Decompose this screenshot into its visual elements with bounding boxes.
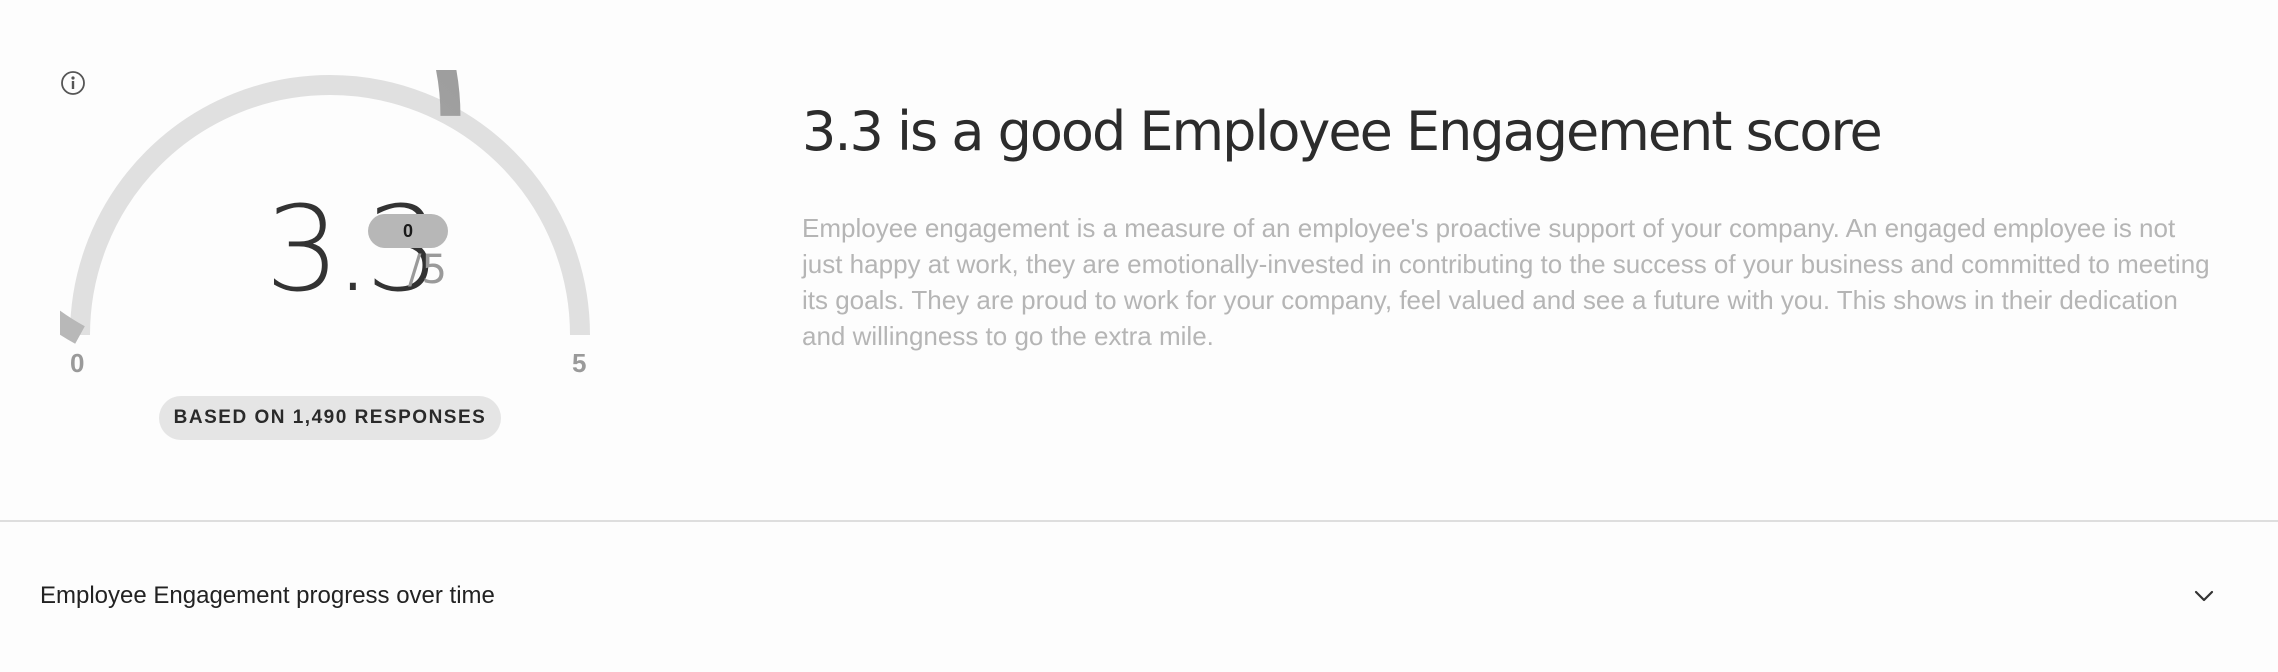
score-change-badge: 0 [368,214,448,248]
score-description: Employee engagement is a measure of an e… [802,213,2210,351]
accordion-title: Employee Engagement progress over time [40,582,495,609]
responses-count-badge: BASED ON 1,490 RESPONSES [159,396,501,440]
score-panel: 3.3 0 /5 0 5 BASED ON 1,490 RESPONSES 3.… [0,0,2278,520]
page-title: 3.3 is a good Employee Engagement score [802,100,1883,163]
info-icon[interactable] [60,70,86,96]
score-max-label: /5 [408,247,447,293]
gauge-min-label: 0 [70,348,85,378]
gauge-max-label: 5 [572,348,587,378]
score-gauge: 3.3 0 /5 0 5 [60,70,600,390]
page: 3.3 0 /5 0 5 BASED ON 1,490 RESPONSES 3.… [0,0,2278,672]
progress-over-time-accordion[interactable]: Employee Engagement progress over time [0,522,2278,672]
chevron-down-icon[interactable] [2192,586,2216,606]
